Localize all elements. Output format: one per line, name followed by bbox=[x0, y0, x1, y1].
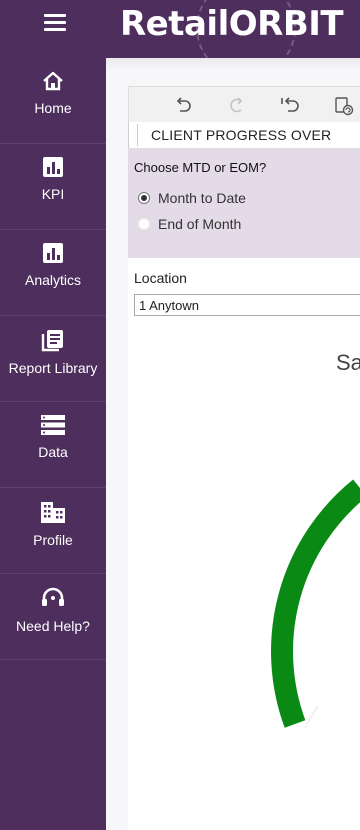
report-toolbar bbox=[128, 86, 360, 123]
bar-chart-icon bbox=[43, 157, 63, 177]
radio-label: End of Month bbox=[158, 216, 242, 232]
mtd-eom-filter-panel: Choose MTD or EOM? Month to Date End of … bbox=[128, 148, 360, 258]
refresh-icon[interactable] bbox=[333, 95, 355, 117]
tab-client-progress[interactable]: CLIENT PROGRESS OVER bbox=[151, 127, 331, 143]
sidebar-item-label: KPI bbox=[41, 186, 65, 202]
sidebar-item-kpi[interactable]: KPI bbox=[0, 144, 106, 230]
sidebar-item-label: Data bbox=[38, 444, 68, 460]
brand-logo[interactable]: RetailORBIT bbox=[120, 4, 344, 44]
sidebar-item-analytics[interactable]: Analytics bbox=[0, 230, 106, 316]
report-stack-icon bbox=[41, 330, 63, 352]
tab-divider bbox=[137, 124, 138, 146]
sidebar-item-home[interactable]: Home bbox=[0, 58, 106, 144]
gauge-track bbox=[304, 705, 319, 729]
sidebar-item-label: Report Library bbox=[8, 360, 98, 376]
revert-icon[interactable] bbox=[279, 95, 301, 115]
bar-chart-icon bbox=[43, 243, 63, 263]
filter-title: Choose MTD or EOM? bbox=[134, 160, 267, 175]
building-icon bbox=[41, 502, 65, 523]
database-list-icon bbox=[41, 415, 65, 435]
radio-button-checked[interactable] bbox=[138, 192, 150, 204]
sidebar-item-profile[interactable]: Profile bbox=[0, 488, 106, 574]
sidebar-item-need-help[interactable]: Need Help? bbox=[0, 574, 106, 660]
headset-icon bbox=[42, 587, 64, 606]
dashboard-tab-bar: CLIENT PROGRESS OVER bbox=[128, 122, 360, 149]
top-header: RetailORBIT bbox=[0, 0, 360, 58]
hamburger-menu-icon[interactable] bbox=[44, 14, 66, 32]
radio-end-of-month[interactable]: End of Month bbox=[138, 216, 241, 232]
sidebar-nav: Home KPI Analytics Report Library Data P… bbox=[0, 58, 106, 830]
undo-icon[interactable] bbox=[173, 95, 193, 115]
sidebar-item-label: Profile bbox=[33, 532, 73, 548]
sidebar-item-label: Need Help? bbox=[16, 618, 90, 634]
gauge-chart bbox=[271, 479, 360, 729]
sidebar-item-label: Home bbox=[34, 100, 72, 116]
gauge-arc bbox=[271, 479, 360, 728]
redo-icon[interactable] bbox=[227, 95, 247, 115]
sidebar-item-data[interactable]: Data bbox=[0, 402, 106, 488]
radio-button-unchecked[interactable] bbox=[138, 218, 150, 230]
radio-month-to-date[interactable]: Month to Date bbox=[138, 190, 246, 206]
sidebar-item-report-library[interactable]: Report Library bbox=[0, 316, 106, 402]
main-top-edge bbox=[106, 58, 360, 70]
radio-label: Month to Date bbox=[158, 190, 246, 206]
sidebar-item-label: Analytics bbox=[24, 272, 82, 288]
report-content: Location 1 Anytown Sa bbox=[128, 258, 360, 830]
home-icon bbox=[43, 71, 63, 91]
